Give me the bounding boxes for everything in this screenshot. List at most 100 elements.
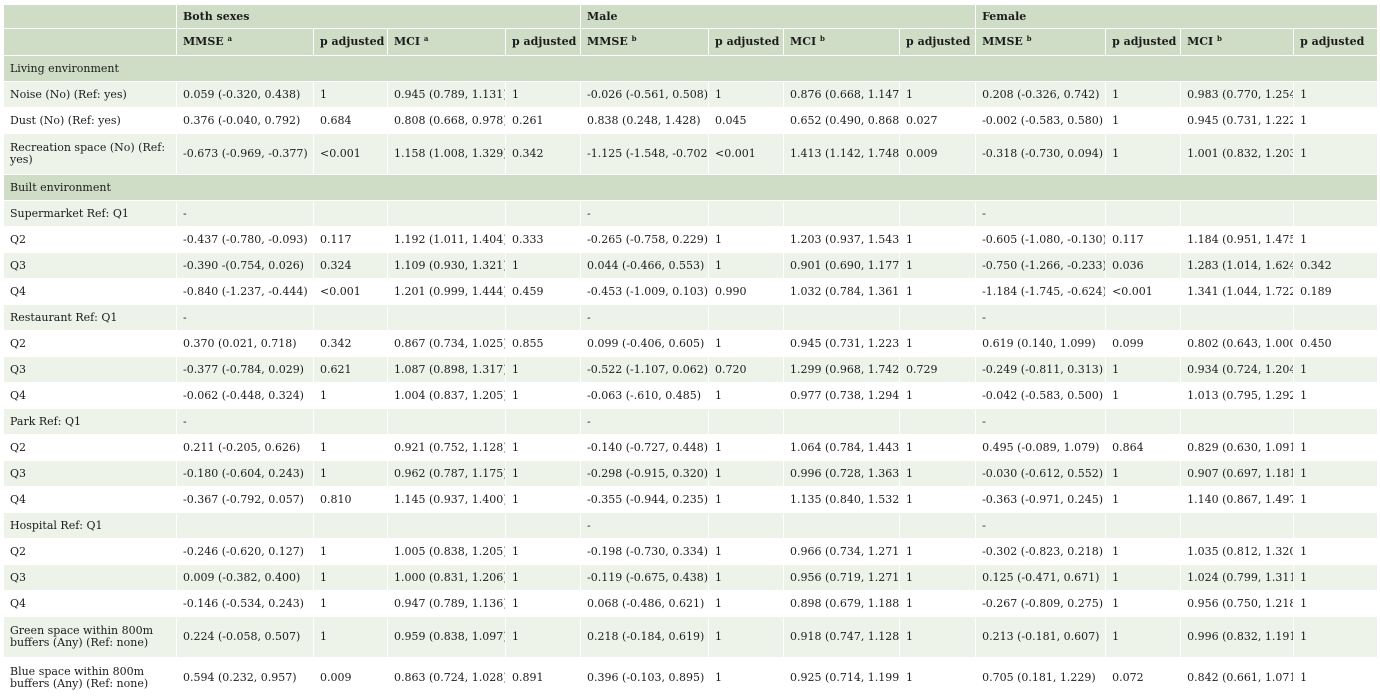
- row-label: Q3: [3, 460, 177, 487]
- column-header: [3, 28, 177, 56]
- section-row: Living environment: [2, 55, 1379, 82]
- table-cell: 0.027: [899, 107, 977, 134]
- table-cell: -0.140 (-0.727, 0.448): [580, 434, 710, 461]
- table-cell: [1180, 304, 1295, 331]
- table-cell: 0.396 (-0.103, 0.895): [580, 657, 710, 699]
- table-cell: 1: [1293, 538, 1379, 565]
- table-cell: [708, 408, 785, 435]
- column-header: MCI b: [783, 28, 901, 56]
- table-cell: -0.062 (-0.448, 0.324): [176, 382, 314, 409]
- table-cell: [899, 408, 977, 435]
- table-cell: 1.005 (0.838, 1.205): [387, 538, 506, 565]
- table-cell: 1: [313, 382, 388, 409]
- table-row: Q2 0.370 (0.021, 0.718) 0.342 0.867 (0.734,…: [3, 330, 1379, 357]
- table-cell: 0.864: [1105, 434, 1182, 461]
- table-cell: 1: [1105, 486, 1182, 513]
- table-cell: 0.934 (0.724, 1.204): [1180, 356, 1295, 383]
- table-cell: 0.036: [1105, 252, 1182, 279]
- table-cell: 1: [313, 616, 388, 658]
- table-cell: 0.324: [313, 252, 388, 279]
- table-cell: 0.876 (0.668, 1.147): [783, 81, 901, 108]
- table-cell: -0.437 (-0.780, -0.093): [176, 226, 314, 253]
- table-row: Q3 -0.180 (-0.604, 0.243) 1 0.962 (0.787, 1…: [3, 460, 1379, 487]
- row-label: Q3: [3, 564, 177, 591]
- table-cell: 1: [1105, 382, 1182, 409]
- table-cell: 1: [1293, 590, 1379, 617]
- table-cell: 1: [1293, 460, 1379, 487]
- header-group-cell: Male: [580, 4, 977, 29]
- table-cell: [899, 200, 977, 227]
- table-cell: 0.898 (0.679, 1.188): [783, 590, 901, 617]
- table-cell: 1: [899, 278, 977, 305]
- table-cell: 0.966 (0.734, 1.271): [783, 538, 901, 565]
- table-row: Q2 0.211 (-0.205, 0.626) 1 0.921 (0.752, 1.…: [3, 434, 1379, 461]
- column-header-label: MMSE: [982, 35, 1023, 48]
- table-cell: 0.224 (-0.058, 0.507): [176, 616, 314, 658]
- table-cell: -0.042 (-0.583, 0.500): [975, 382, 1107, 409]
- table-cell: 1: [899, 657, 977, 699]
- table-cell: 0.863 (0.724, 1.028): [387, 657, 506, 699]
- table-cell: 0.189: [1293, 278, 1379, 305]
- table-cell: [1180, 408, 1295, 435]
- table-cell: -0.750 (-1.266, -0.233): [975, 252, 1107, 279]
- table-cell: 1.299 (0.968, 1.742): [783, 356, 901, 383]
- table-cell: <0.001: [313, 278, 388, 305]
- table-cell: -0.673 (-0.969, -0.377): [176, 133, 314, 175]
- column-header: MMSE b: [975, 28, 1107, 56]
- header-group-cell: Female: [975, 4, 1379, 29]
- table-row: Q2 -0.437 (-0.780, -0.093) 0.117 1.192 (1.0…: [3, 226, 1379, 253]
- table-row: Q4 -0.146 (-0.534, 0.243) 1 0.947 (0.789, 1…: [3, 590, 1379, 617]
- table-row: Q3 -0.390 -(0.754, 0.026) 0.324 1.109 (0.93…: [3, 252, 1379, 279]
- table-cell: 1.158 (1.008, 1.329): [387, 133, 506, 175]
- column-header: p adjusted: [1105, 28, 1182, 56]
- table-cell: 1.192 (1.011, 1.404): [387, 226, 506, 253]
- table-cell: 1.203 (0.937, 1.543): [783, 226, 901, 253]
- table-cell: 1: [504, 590, 582, 617]
- table-cell: 1: [1293, 616, 1379, 658]
- table-cell: 0.918 (0.747, 1.128): [783, 616, 901, 658]
- table-cell: 1: [313, 81, 388, 108]
- row-label: Recreation space (No) (Ref: yes): [3, 133, 177, 175]
- table-cell: 1: [504, 564, 582, 591]
- table-cell: 1: [504, 382, 582, 409]
- table-cell: [708, 304, 785, 331]
- table-cell: -1.125 (-1.548, -0.702): [580, 133, 710, 175]
- table-cell: 1.004 (0.837, 1.205): [387, 382, 506, 409]
- table-cell: 1: [899, 226, 977, 253]
- table-row: Supermarket Ref: Q1- - -: [3, 200, 1379, 227]
- table-cell: -0.363 (-0.971, 0.245): [975, 486, 1107, 513]
- table-cell: 0.901 (0.690, 1.177): [783, 252, 901, 279]
- table-cell: 1: [899, 252, 977, 279]
- table-cell: 1: [899, 434, 977, 461]
- table-cell: 1: [504, 486, 582, 513]
- column-header-label: p adjusted: [906, 35, 971, 48]
- table-cell: [1180, 512, 1295, 539]
- section-row: Built environment: [2, 174, 1379, 201]
- table-row: Q4 -0.062 (-0.448, 0.324) 1 1.004 (0.837, 1…: [3, 382, 1379, 409]
- table-cell: 1: [504, 81, 582, 108]
- table-cell: [387, 304, 506, 331]
- table-cell: 0.652 (0.490, 0.868): [783, 107, 901, 134]
- table-cell: 0.211 (-0.205, 0.626): [176, 434, 314, 461]
- table-cell: 0.962 (0.787, 1.175): [387, 460, 506, 487]
- row-label: Hospital Ref: Q1: [3, 512, 177, 539]
- table-cell: 0.125 (-0.471, 0.671): [975, 564, 1107, 591]
- table-cell: 0.956 (0.750, 1.218): [1180, 590, 1295, 617]
- table-cell: 1.064 (0.784, 1.443): [783, 434, 901, 461]
- row-label: Park Ref: Q1: [3, 408, 177, 435]
- table-cell: 1: [1293, 434, 1379, 461]
- column-header: p adjusted: [1293, 28, 1379, 56]
- table-cell: -0.002 (-0.583, 0.580): [975, 107, 1107, 134]
- table-cell: 1: [708, 657, 785, 699]
- table-cell: [313, 304, 388, 331]
- table-cell: -0.302 (-0.823, 0.218): [975, 538, 1107, 565]
- table-cell: [899, 304, 977, 331]
- table-cell: 0.333: [504, 226, 582, 253]
- table-cell: 0.891: [504, 657, 582, 699]
- row-label: Supermarket Ref: Q1: [3, 200, 177, 227]
- table-cell: <0.001: [313, 133, 388, 175]
- column-header-label: p adjusted: [1112, 35, 1177, 48]
- row-label: Q2: [3, 330, 177, 357]
- column-header: MMSE b: [580, 28, 710, 56]
- table-cell: -0.249 (-0.811, 0.313): [975, 356, 1107, 383]
